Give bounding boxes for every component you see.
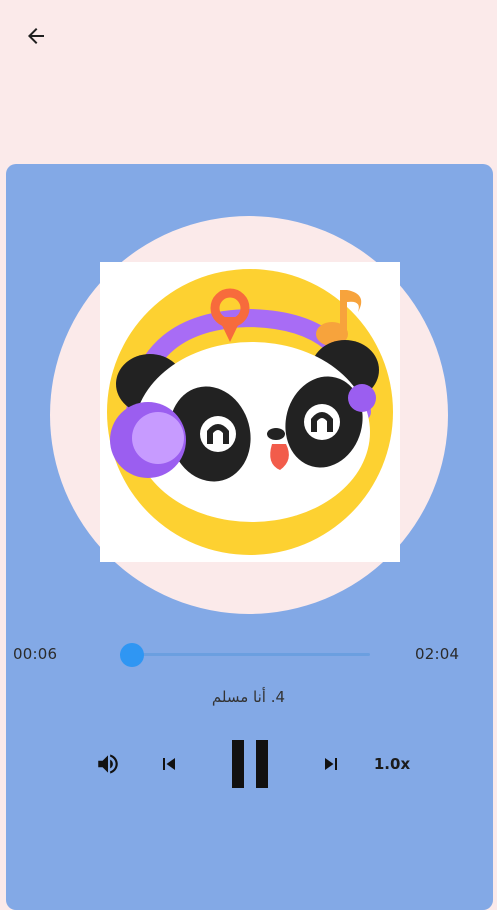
volume-button[interactable] [92,748,124,780]
seek-bar[interactable] [120,653,370,656]
album-art [100,262,400,562]
skip-next-icon [325,758,337,770]
next-button[interactable] [316,748,346,780]
volume-icon [98,754,118,774]
seek-thumb[interactable] [120,643,144,667]
elapsed-time: 00:06 [13,645,58,663]
skip-previous-icon [163,758,175,770]
arrow-left-icon [28,28,44,44]
total-time: 02:04 [415,645,460,663]
panda-headphones-logo [107,269,393,555]
previous-button[interactable] [154,748,184,780]
playback-speed-button[interactable]: 1.0x [364,750,420,778]
track-title: 4. أنا مسلم [211,688,286,706]
pause-button[interactable] [222,736,278,792]
pause-icon [232,740,268,788]
back-button[interactable] [14,16,58,56]
top-app-bar [0,0,497,72]
